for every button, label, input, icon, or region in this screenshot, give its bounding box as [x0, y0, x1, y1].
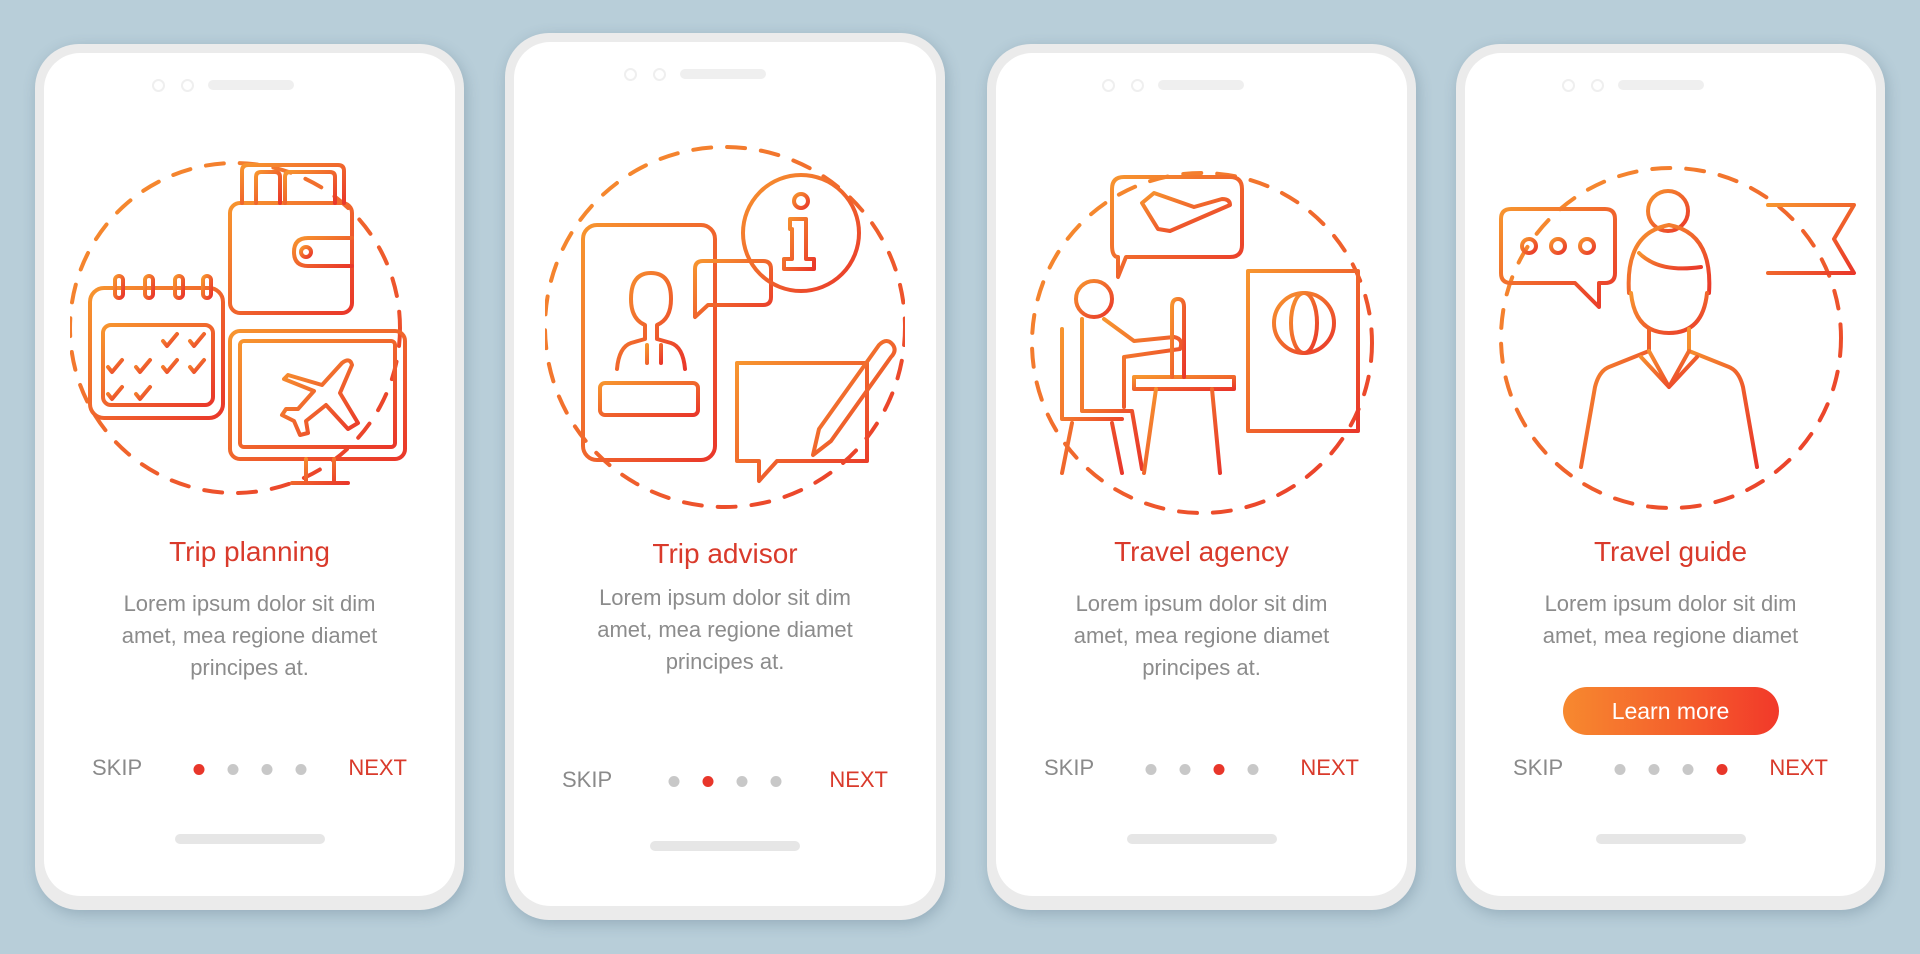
page-dot-2[interactable]: [1179, 764, 1190, 775]
screen-description: Lorem ipsum dolor sit dim amet, mea regi…: [1036, 588, 1367, 684]
description-line: amet, mea regione diamet: [597, 617, 853, 642]
page-dot-4-active[interactable]: [1716, 764, 1727, 775]
skip-button[interactable]: SKIP: [1044, 753, 1094, 783]
description-line: principes at.: [190, 655, 309, 680]
phone-top-bar: [996, 77, 1407, 93]
ellipsis-bubble-icon: [1498, 207, 1617, 309]
page-indicator: [1614, 764, 1727, 775]
chat-bubble-icon: [693, 259, 773, 319]
trip-planning-illustration: [69, 143, 430, 523]
onboarding-nav: SKIP NEXT: [44, 753, 455, 783]
phone-top-bar: [44, 77, 455, 93]
screen-description: Lorem ipsum dolor sit dim amet, mea regi…: [84, 588, 415, 684]
screen-title: Travel guide: [1593, 536, 1748, 567]
page-dot-3-active[interactable]: [1213, 764, 1224, 775]
page-indicator: [1145, 764, 1258, 775]
page-dot-1-active[interactable]: [193, 764, 204, 775]
page-dot-2[interactable]: [227, 764, 238, 775]
description-line: Lorem ipsum dolor sit dim: [123, 591, 376, 616]
screen-description: Lorem ipsum dolor sit dim amet, mea regi…: [1505, 588, 1836, 652]
next-button[interactable]: NEXT: [348, 753, 407, 783]
learn-more-button[interactable]: Learn more: [1562, 687, 1779, 735]
screen-description: Lorem ipsum dolor sit dim amet, mea regi…: [554, 582, 896, 678]
page-dot-3[interactable]: [261, 764, 272, 775]
next-button[interactable]: NEXT: [1769, 753, 1828, 783]
phone-frame-3: Travel agency Lorem ipsum dolor sit dim …: [987, 44, 1416, 910]
screen-title: Travel agency: [1114, 536, 1289, 567]
phone-frame-2: Trip advisor Lorem ipsum dolor sit dim a…: [505, 33, 945, 920]
travel-agency-illustration: [1022, 143, 1382, 523]
page-dot-4[interactable]: [1247, 764, 1258, 775]
onboarding-nav: SKIP NEXT: [1465, 753, 1876, 783]
page-dot-4[interactable]: [295, 764, 306, 775]
screen-title: Trip planning: [169, 536, 330, 567]
page-indicator: [193, 764, 306, 775]
page-indicator: [668, 776, 782, 787]
next-button[interactable]: NEXT: [1300, 753, 1359, 783]
page-dot-1[interactable]: [1614, 764, 1625, 775]
onboarding-nav: SKIP NEXT: [996, 753, 1407, 783]
speaker-grille: [680, 69, 766, 79]
home-indicator[interactable]: [174, 834, 325, 844]
page-dot-3[interactable]: [1682, 764, 1693, 775]
wallet-icon: [227, 163, 354, 315]
phone-top-bar: [1465, 77, 1876, 93]
info-icon: [741, 173, 861, 293]
onboarding-screen-trip-planning: Trip planning Lorem ipsum dolor sit dim …: [44, 53, 455, 896]
dashed-circle: [1498, 166, 1843, 510]
sensor-dot-icon: [181, 79, 194, 92]
onboarding-screen-travel-guide: Travel guide Lorem ipsum dolor sit dim a…: [1465, 53, 1876, 896]
skip-button[interactable]: SKIP: [92, 753, 142, 783]
description-line: amet, mea regione diamet: [121, 623, 378, 648]
description-line: principes at.: [665, 649, 785, 674]
description-line: amet, mea regione diamet: [1073, 623, 1330, 648]
page-dot-2[interactable]: [1648, 764, 1659, 775]
flag-icon: [1765, 201, 1856, 345]
travel-guide-illustration: [1481, 143, 1861, 523]
page-dot-3[interactable]: [736, 776, 748, 787]
home-indicator[interactable]: [1126, 834, 1277, 844]
person-at-desk-icon: [1059, 279, 1236, 475]
passport-globe-icon: [1245, 269, 1360, 433]
next-button[interactable]: NEXT: [829, 765, 888, 795]
woman-guide-icon: [1578, 189, 1759, 469]
description-line: Lorem ipsum dolor sit dim: [1544, 591, 1797, 616]
camera-dot-icon: [152, 79, 165, 92]
skip-button[interactable]: SKIP: [1513, 753, 1563, 783]
calendar-icon: [87, 274, 225, 420]
speaker-grille: [208, 80, 294, 90]
speaker-grille: [1618, 80, 1704, 90]
speaker-grille: [1158, 80, 1244, 90]
camera-dot-icon: [1562, 79, 1575, 92]
phone-frame-4: Travel guide Lorem ipsum dolor sit dim a…: [1456, 44, 1885, 910]
description-line: Lorem ipsum dolor sit dim: [1075, 591, 1328, 616]
smartphone-person-icon: [581, 223, 717, 462]
page-dot-4[interactable]: [770, 776, 782, 787]
sensor-dot-icon: [1591, 79, 1604, 92]
phone-frame-1: Trip planning Lorem ipsum dolor sit dim …: [35, 44, 464, 910]
note-pencil-icon: [735, 339, 897, 483]
description-line: amet, mea regione diamet: [1542, 623, 1799, 648]
home-indicator[interactable]: [1595, 834, 1746, 844]
onboarding-nav: SKIP NEXT: [514, 765, 936, 795]
screen-title: Trip advisor: [652, 538, 798, 569]
onboarding-screen-travel-agency: Travel agency Lorem ipsum dolor sit dim …: [996, 53, 1407, 896]
phone-top-bar: [514, 66, 936, 82]
skip-button[interactable]: SKIP: [562, 765, 612, 795]
home-indicator[interactable]: [650, 841, 800, 851]
page-dot-1[interactable]: [1145, 764, 1156, 775]
trip-advisor-illustration: [545, 137, 905, 517]
description-line: principes at.: [1142, 655, 1261, 680]
description-line: Lorem ipsum dolor sit dim: [599, 585, 851, 610]
airplane-bubble-icon: [1109, 175, 1244, 279]
sensor-dot-icon: [653, 68, 666, 81]
page-dot-1[interactable]: [668, 776, 680, 787]
sensor-dot-icon: [1131, 79, 1144, 92]
camera-dot-icon: [1102, 79, 1115, 92]
camera-dot-icon: [624, 68, 637, 81]
page-dot-2-active[interactable]: [702, 776, 714, 787]
onboarding-screen-trip-advisor: Trip advisor Lorem ipsum dolor sit dim a…: [514, 42, 936, 906]
